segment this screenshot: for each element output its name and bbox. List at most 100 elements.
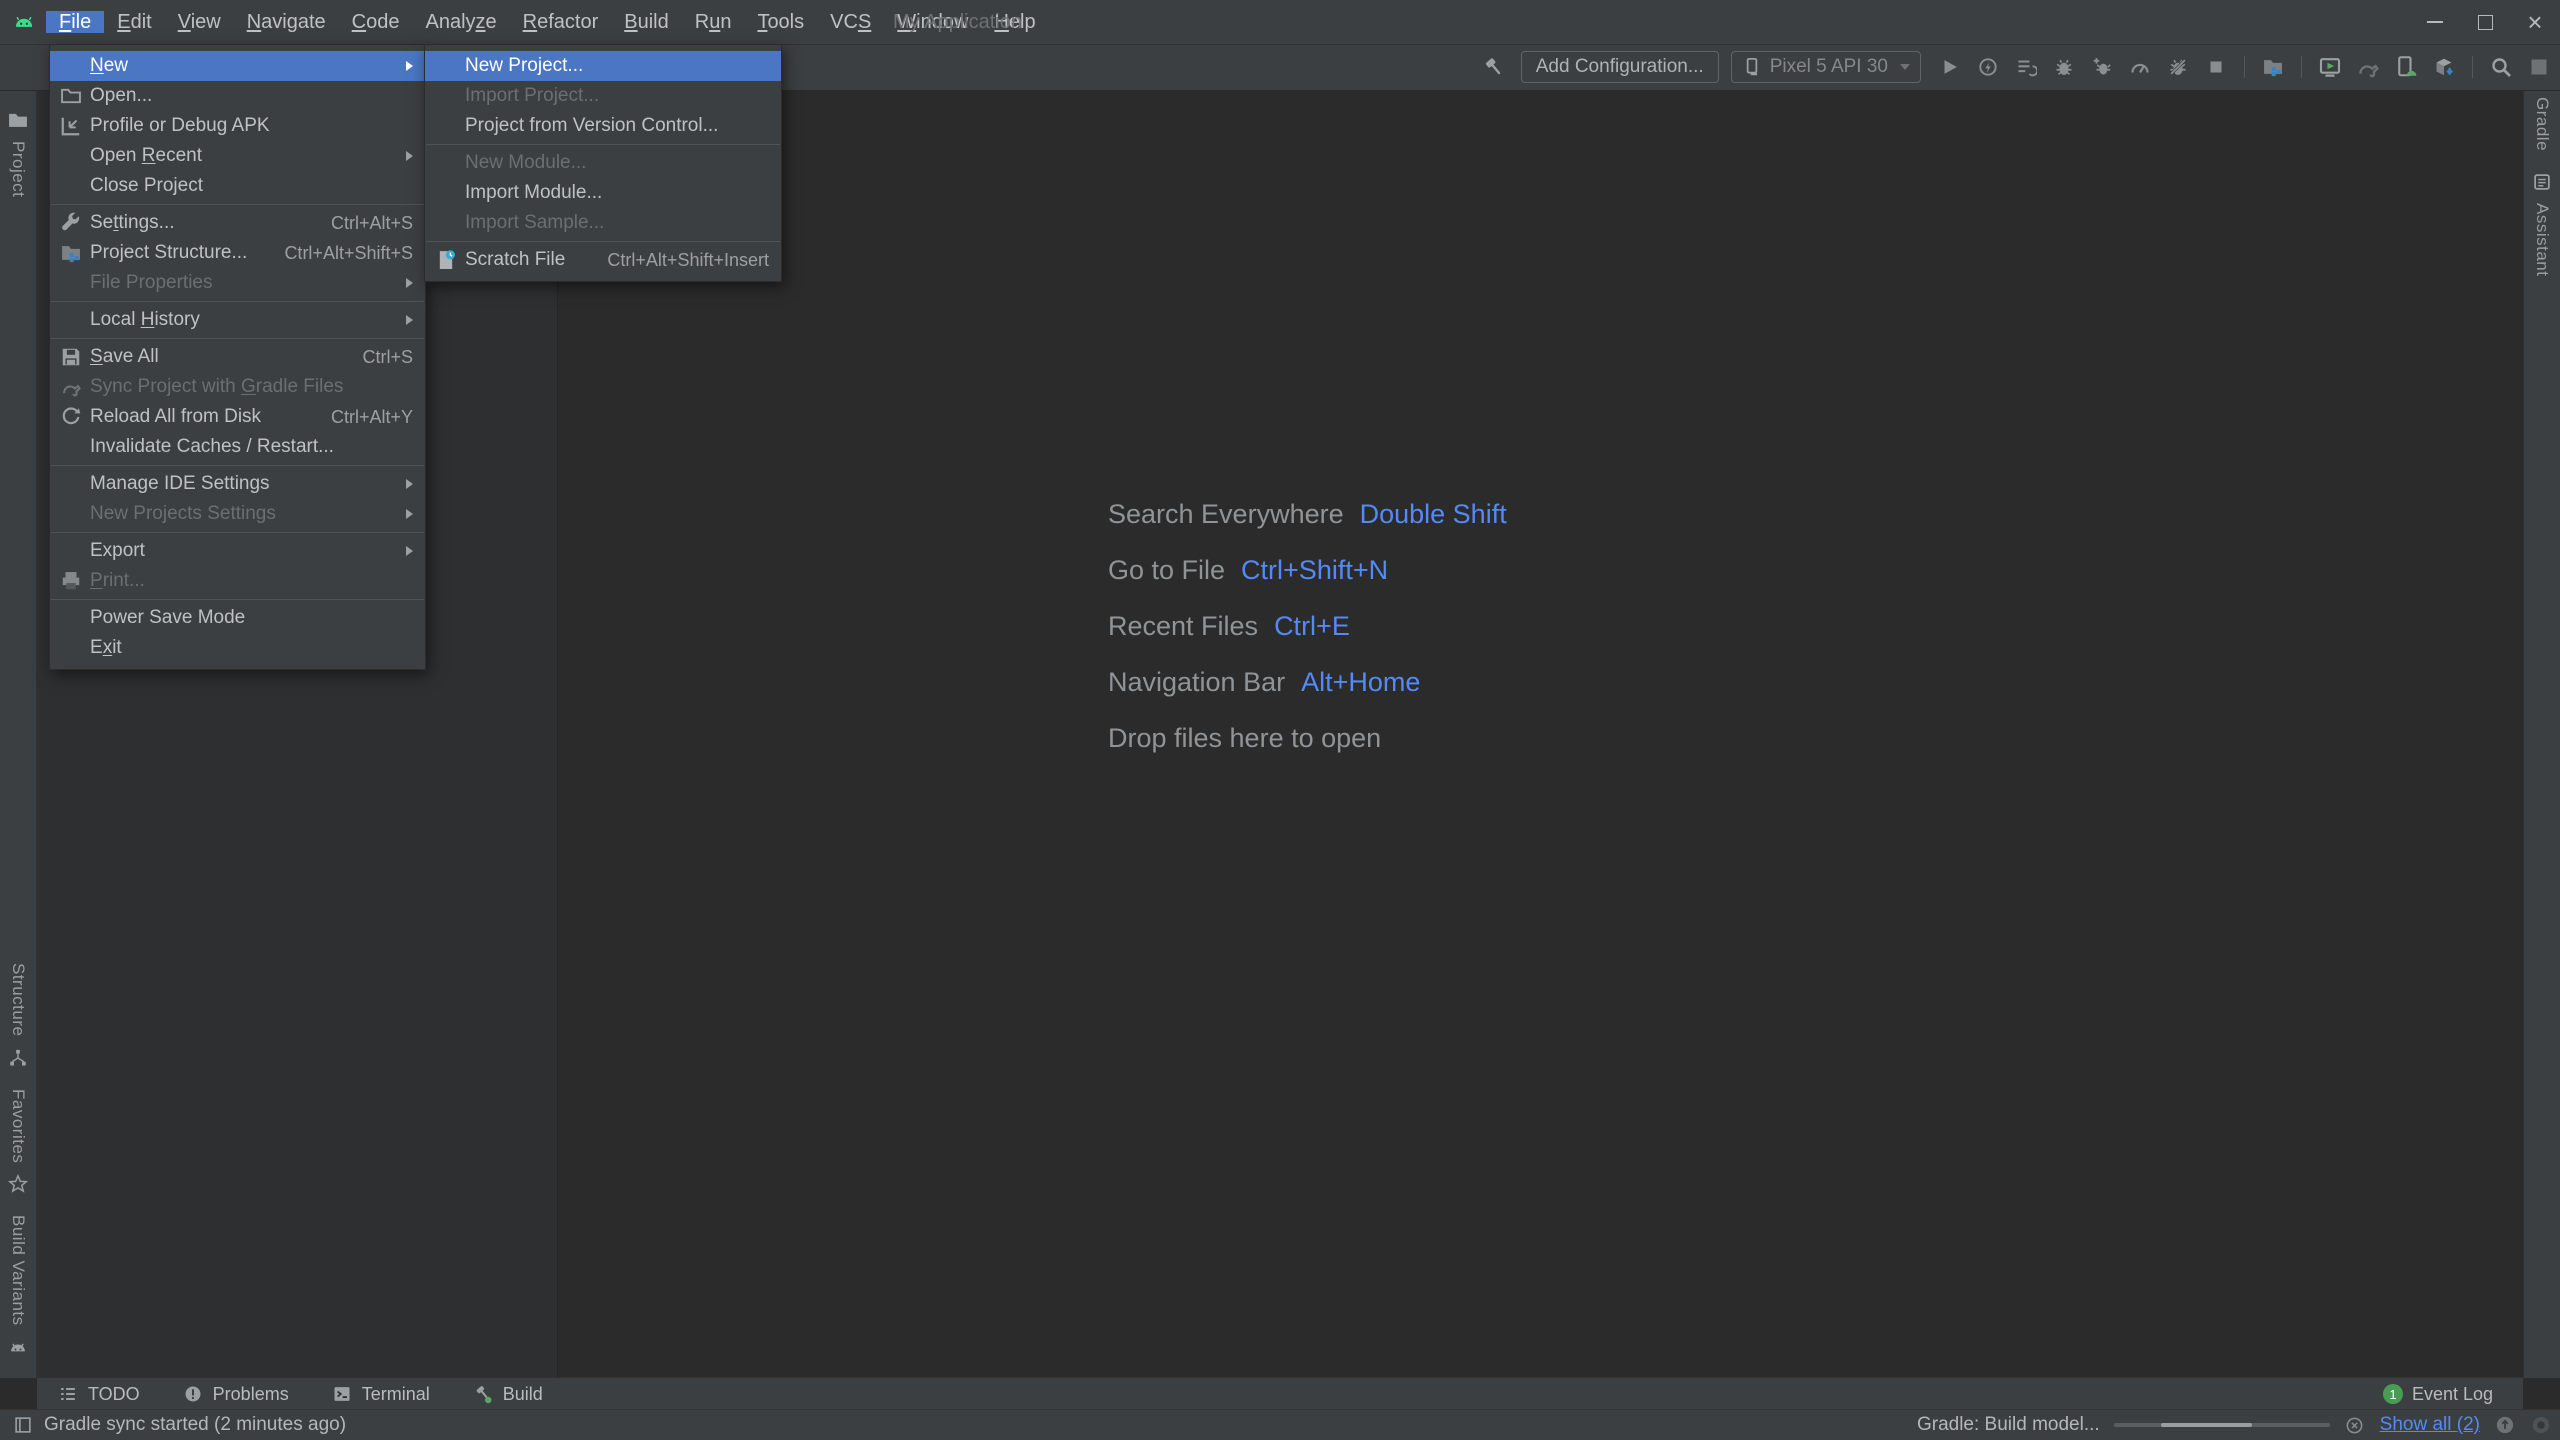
run-button[interactable]: [1935, 52, 1965, 82]
stop-button[interactable]: [2201, 52, 2231, 82]
hint-label: Go to File: [1108, 555, 1225, 586]
device-manager-button[interactable]: [2391, 52, 2421, 82]
menubar-item-navigate[interactable]: Navigate: [234, 11, 339, 33]
cancel-task-icon[interactable]: [2344, 1414, 2366, 1436]
file-menu-item-close-project[interactable]: Close Project: [50, 171, 425, 201]
sdk-manager-button[interactable]: [2429, 52, 2459, 82]
hint-label: Drop files here to open: [1108, 723, 1381, 754]
toolbar-separator: [2244, 56, 2245, 78]
toolbar-actions: Add Configuration... Pixel 5 API 30: [1479, 44, 2554, 90]
file-menu-item-file-properties[interactable]: File Properties: [50, 268, 425, 298]
menubar-item-tools[interactable]: Tools: [744, 11, 817, 33]
device-selector[interactable]: Pixel 5 API 30: [1731, 51, 1921, 83]
menubar-item-vcs[interactable]: VCS: [817, 11, 884, 33]
profile-low-overhead-button[interactable]: [2163, 52, 2193, 82]
file-menu-item-profile-or-debug-apk[interactable]: Profile or Debug APK: [50, 111, 425, 141]
window-title: My Application: [893, 0, 1022, 44]
tool-window-switcher-icon[interactable]: [12, 1414, 34, 1436]
wrench-icon: [60, 212, 82, 234]
menu-separator: [51, 532, 424, 533]
menu-item-label: Import Sample...: [465, 212, 604, 234]
debug-button[interactable]: [2049, 52, 2079, 82]
menu-separator: [51, 465, 424, 466]
file-menu-item-power-save-mode[interactable]: Power Save Mode: [50, 603, 425, 633]
new-submenu-item-new-module[interactable]: New Module...: [425, 148, 781, 178]
close-button[interactable]: ×: [2510, 0, 2560, 44]
file-menu-item-manage-ide-settings[interactable]: Manage IDE Settings: [50, 469, 425, 499]
search-button-group: [2486, 52, 2554, 82]
menubar-item-build[interactable]: Build: [611, 11, 681, 33]
sync-gradle-button[interactable]: [2353, 52, 2383, 82]
apply-changes-button[interactable]: [1973, 52, 2003, 82]
hint-label: Search Everywhere: [1108, 499, 1344, 530]
tool-window-button-build[interactable]: Build: [472, 1383, 543, 1405]
menubar-item-analyze[interactable]: Analyze: [412, 11, 509, 33]
new-submenu-item-scratch-file[interactable]: Scratch FileCtrl+Alt+Shift+Insert: [425, 245, 781, 275]
background-tasks-icon[interactable]: [2530, 1414, 2552, 1436]
profile-button[interactable]: [2125, 52, 2155, 82]
blank-square-button[interactable]: [2524, 52, 2554, 82]
file-menu-item-reload-all-from-disk[interactable]: Reload All from DiskCtrl+Alt+Y: [50, 402, 425, 432]
file-menu-item-export[interactable]: Export: [50, 536, 425, 566]
file-menu-item-sync-project-with-gradle-files[interactable]: Sync Project with Gradle Files: [50, 372, 425, 402]
right-strip-tab-assistant[interactable]: Assistant: [2529, 169, 2555, 276]
new-submenu-item-import-sample[interactable]: Import Sample...: [425, 208, 781, 238]
build-hammer-icon[interactable]: [1479, 52, 1509, 82]
tool-window-button-problems[interactable]: Problems: [182, 1383, 289, 1405]
minimize-button[interactable]: [2410, 0, 2460, 44]
menu-item-label: New: [90, 55, 128, 77]
printer-icon: [60, 570, 82, 592]
new-submenu-item-import-module[interactable]: Import Module...: [425, 178, 781, 208]
menubar-item-edit[interactable]: Edit: [104, 11, 164, 33]
left-bottom-strip-tab-favorites[interactable]: Favorites: [5, 1089, 31, 1197]
menu-item-label: New Projects Settings: [90, 503, 276, 525]
device-button-group: [2315, 52, 2459, 82]
show-all-link[interactable]: Show all (2): [2380, 1414, 2480, 1436]
file-menu-item-exit[interactable]: Exit: [50, 633, 425, 663]
add-configuration-button[interactable]: Add Configuration...: [1521, 51, 1719, 83]
event-log-button[interactable]: 1 Event Log: [2383, 1384, 2493, 1405]
file-menu-item-invalidate-caches-restart[interactable]: Invalidate Caches / Restart...: [50, 432, 425, 462]
file-menu-item-open[interactable]: Open...: [50, 81, 425, 111]
apply-code-changes-button[interactable]: [2011, 52, 2041, 82]
chevron-down-icon: [1900, 64, 1910, 70]
file-menu-item-print[interactable]: Print...: [50, 566, 425, 596]
file-menu-item-open-recent[interactable]: Open Recent: [50, 141, 425, 171]
file-menu-item-new[interactable]: New: [50, 51, 425, 81]
menubar-item-view[interactable]: View: [165, 11, 234, 33]
avd-manager-button[interactable]: [2315, 52, 2345, 82]
project-structure-button[interactable]: [2258, 52, 2288, 82]
new-submenu-item-import-project[interactable]: Import Project...: [425, 81, 781, 111]
file-menu-item-save-all[interactable]: Save AllCtrl+S: [50, 342, 425, 372]
tool-window-button-todo[interactable]: TODO: [57, 1383, 140, 1405]
menubar-item-refactor[interactable]: Refactor: [510, 11, 612, 33]
menubar-item-code[interactable]: Code: [339, 11, 413, 33]
menu-item-label: File Properties: [90, 272, 213, 294]
left-bottom-strip-tab-build-variants[interactable]: Build Variants: [5, 1215, 31, 1360]
file-menu-item-project-structure[interactable]: Project Structure...Ctrl+Alt+Shift+S: [50, 238, 425, 268]
search-everywhere-button[interactable]: [2486, 52, 2516, 82]
hint-label: Recent Files: [1108, 611, 1258, 642]
submenu-arrow-icon: [406, 151, 413, 161]
maximize-button[interactable]: [2460, 0, 2510, 44]
menubar-item-run[interactable]: Run: [682, 11, 745, 33]
hint-search-everywhere: Search EverywhereDouble Shift: [1108, 486, 1507, 542]
file-menu-item-local-history[interactable]: Local History: [50, 305, 425, 335]
attach-debugger-button[interactable]: [2087, 52, 2117, 82]
menu-item-shortcut: Ctrl+Alt+Y: [331, 407, 413, 428]
file-menu-item-settings[interactable]: Settings...Ctrl+Alt+S: [50, 208, 425, 238]
build-dot-icon: [472, 1383, 494, 1405]
menu-separator: [51, 204, 424, 205]
left-bottom-strip-tab-structure[interactable]: Structure: [5, 963, 31, 1070]
left-strip-tab-project[interactable]: Project: [5, 107, 31, 197]
left-tool-strip: Project Structure Favorites Build Variants: [0, 45, 37, 1378]
status-bar: Gradle sync started (2 minutes ago) Grad…: [0, 1409, 2560, 1440]
file-menu-item-new-projects-settings[interactable]: New Projects Settings: [50, 499, 425, 529]
tool-window-button-terminal[interactable]: Terminal: [331, 1383, 430, 1405]
android-head-icon: [5, 1334, 31, 1360]
new-submenu-item-project-from-version-control[interactable]: Project from Version Control...: [425, 111, 781, 141]
update-icon[interactable]: [2494, 1414, 2516, 1436]
new-submenu-item-new-project[interactable]: New Project...: [425, 51, 781, 81]
folder-icon: [5, 107, 31, 133]
menubar-item-file[interactable]: File: [46, 11, 104, 33]
